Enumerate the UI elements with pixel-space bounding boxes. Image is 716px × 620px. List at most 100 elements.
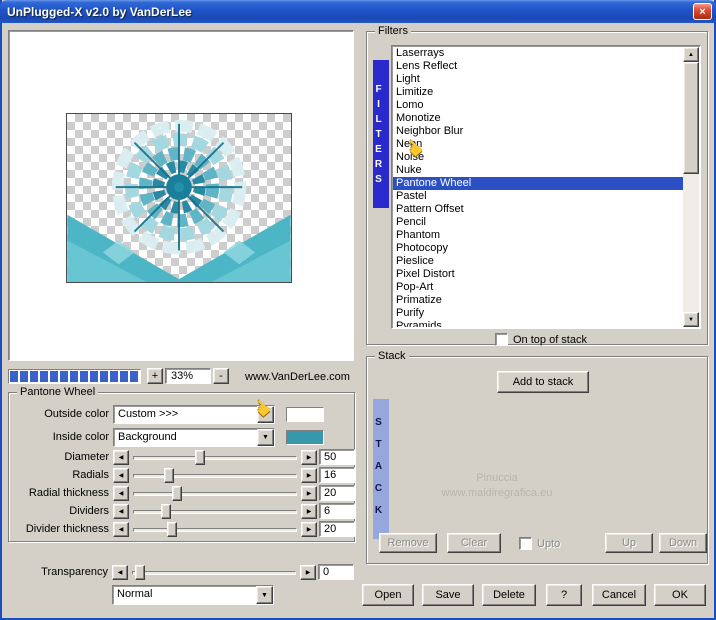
slider-track[interactable]: [133, 510, 297, 514]
divider-thickness-slider[interactable]: [133, 522, 297, 537]
on-top-of-stack-checkbox[interactable]: [495, 333, 508, 346]
blend-mode-select[interactable]: Normal ▼: [112, 585, 274, 605]
clear-button[interactable]: Clear: [447, 533, 501, 553]
chevron-down-icon[interactable]: ▼: [257, 429, 274, 446]
filter-list-item[interactable]: Pyramids: [393, 320, 683, 327]
ok-button[interactable]: OK: [654, 584, 706, 606]
slider-track[interactable]: [132, 571, 296, 575]
save-button[interactable]: Save: [422, 584, 474, 606]
diameter-label: Diameter: [64, 451, 109, 463]
filter-list-item[interactable]: Neighbor Blur: [393, 125, 683, 138]
filter-list-item[interactable]: Limitize: [393, 86, 683, 99]
website-link[interactable]: www.VanDerLee.com: [245, 371, 350, 383]
remove-button[interactable]: Remove: [379, 533, 437, 553]
up-button[interactable]: Up: [605, 533, 653, 553]
filter-list-item[interactable]: Purify: [393, 307, 683, 320]
filter-list-item[interactable]: Laserrays: [393, 47, 683, 60]
stack-group: Stack Add to stack STACK Pinuccia www.ma…: [366, 350, 708, 564]
slider-track[interactable]: [133, 528, 297, 532]
outside-color-swatch[interactable]: [286, 407, 324, 422]
progress-bar-fill: [10, 371, 139, 382]
filter-list-item[interactable]: Pastel: [393, 190, 683, 203]
slider-thumb[interactable]: [195, 450, 206, 465]
radial-thickness-slider[interactable]: [133, 486, 297, 501]
diameter-value[interactable]: 50: [319, 449, 355, 465]
radials-right-arrow-icon[interactable]: ▶: [301, 468, 317, 483]
add-to-stack-button[interactable]: Add to stack: [497, 371, 589, 393]
filter-list-item[interactable]: Monotize: [393, 112, 683, 125]
slider-track[interactable]: [133, 474, 297, 478]
filter-list-item[interactable]: Pixel Distort: [393, 268, 683, 281]
filter-list-item[interactable]: Nuke: [393, 164, 683, 177]
slider-track[interactable]: [133, 492, 297, 496]
divider-thickness-value[interactable]: 20: [319, 521, 355, 537]
radial-thickness-left-arrow-icon[interactable]: ◀: [113, 486, 129, 501]
transparency-left-arrow-icon[interactable]: ◀: [112, 565, 128, 580]
chevron-down-icon[interactable]: ▼: [256, 586, 273, 604]
scrollbar-thumb[interactable]: [683, 62, 699, 174]
transparency-slider[interactable]: [132, 565, 296, 580]
scroll-up-icon[interactable]: ▲: [683, 47, 699, 62]
radial-thickness-right-arrow-icon[interactable]: ▶: [301, 486, 317, 501]
inside-color-swatch[interactable]: [286, 430, 324, 445]
filter-list-item[interactable]: Neon: [393, 138, 683, 151]
slider-thumb[interactable]: [160, 504, 171, 519]
slider-thumb[interactable]: [167, 522, 178, 537]
diameter-left-arrow-icon[interactable]: ◀: [113, 450, 129, 465]
filter-list-item[interactable]: Primatize: [393, 294, 683, 307]
close-button[interactable]: ×: [693, 3, 712, 20]
filter-list-item[interactable]: Lomo: [393, 99, 683, 112]
filter-list-item[interactable]: Lens Reflect: [393, 60, 683, 73]
outside-color-value: Custom >>>: [118, 408, 179, 420]
divider-thickness-left-arrow-icon[interactable]: ◀: [113, 522, 129, 537]
filter-list-item[interactable]: Light: [393, 73, 683, 86]
help-button[interactable]: ?: [546, 584, 582, 606]
filter-list-item[interactable]: Noise: [393, 151, 683, 164]
transparency-right-arrow-icon[interactable]: ▶: [300, 565, 316, 580]
diameter-slider[interactable]: [133, 450, 297, 465]
pantone-wheel-group-label: Pantone Wheel: [17, 386, 99, 399]
filter-listbox[interactable]: Laserrays Lens Reflect Light Limitize Lomo Mo…: [391, 45, 701, 329]
slider-thumb[interactable]: [135, 565, 146, 580]
delete-button[interactable]: Delete: [482, 584, 536, 606]
zoom-out-button[interactable]: -: [213, 368, 229, 384]
slider-thumb[interactable]: [172, 486, 183, 501]
preview-panel[interactable]: [8, 30, 354, 361]
open-button[interactable]: Open: [362, 584, 414, 606]
filter-list: Laserrays Lens Reflect Light Limitize Lomo Mo…: [393, 47, 683, 327]
title-bar[interactable]: UnPlugged-X v2.0 by VanDerLee ×: [0, 0, 716, 23]
dividers-left-arrow-icon[interactable]: ◀: [113, 504, 129, 519]
filter-list-item[interactable]: Pieslice: [393, 255, 683, 268]
inside-color-select[interactable]: Background ▼: [113, 428, 275, 447]
filter-list-scrollbar[interactable]: ▲ ▼: [683, 47, 699, 327]
diameter-right-arrow-icon[interactable]: ▶: [301, 450, 317, 465]
slider-thumb[interactable]: [164, 468, 175, 483]
pantone-wheel-group: Pantone Wheel Outside color Custom >>> ▼…: [8, 386, 355, 542]
down-button[interactable]: Down: [659, 533, 707, 553]
dividers-value[interactable]: 6: [319, 503, 355, 519]
pantone-wheel-preview-art: [67, 119, 291, 282]
blend-mode-value: Normal: [117, 588, 153, 600]
radial-thickness-value[interactable]: 20: [319, 485, 355, 501]
radials-slider[interactable]: [133, 468, 297, 483]
filter-list-item[interactable]: Pattern Offset: [393, 203, 683, 216]
radials-value[interactable]: 16: [319, 467, 355, 483]
cancel-button[interactable]: Cancel: [592, 584, 646, 606]
divider-thickness-right-arrow-icon[interactable]: ▶: [301, 522, 317, 537]
filter-list-item[interactable]: Pantone Wheel: [393, 177, 683, 190]
filter-list-item[interactable]: Pencil: [393, 216, 683, 229]
transparency-value[interactable]: 0: [318, 564, 354, 580]
filter-list-item[interactable]: Photocopy: [393, 242, 683, 255]
preview-image[interactable]: [66, 113, 292, 283]
dividers-right-arrow-icon[interactable]: ▶: [301, 504, 317, 519]
scroll-down-icon[interactable]: ▼: [683, 312, 699, 327]
slider-track[interactable]: [133, 456, 297, 460]
radials-left-arrow-icon[interactable]: ◀: [113, 468, 129, 483]
upto-checkbox[interactable]: [519, 537, 532, 550]
zoom-in-button[interactable]: +: [147, 368, 163, 384]
filter-list-item[interactable]: Pop-Art: [393, 281, 683, 294]
filter-list-item[interactable]: Phantom: [393, 229, 683, 242]
dividers-slider[interactable]: [133, 504, 297, 519]
stack-vertical-label: STACK: [373, 399, 389, 539]
transparency-label: Transparency: [41, 566, 108, 578]
